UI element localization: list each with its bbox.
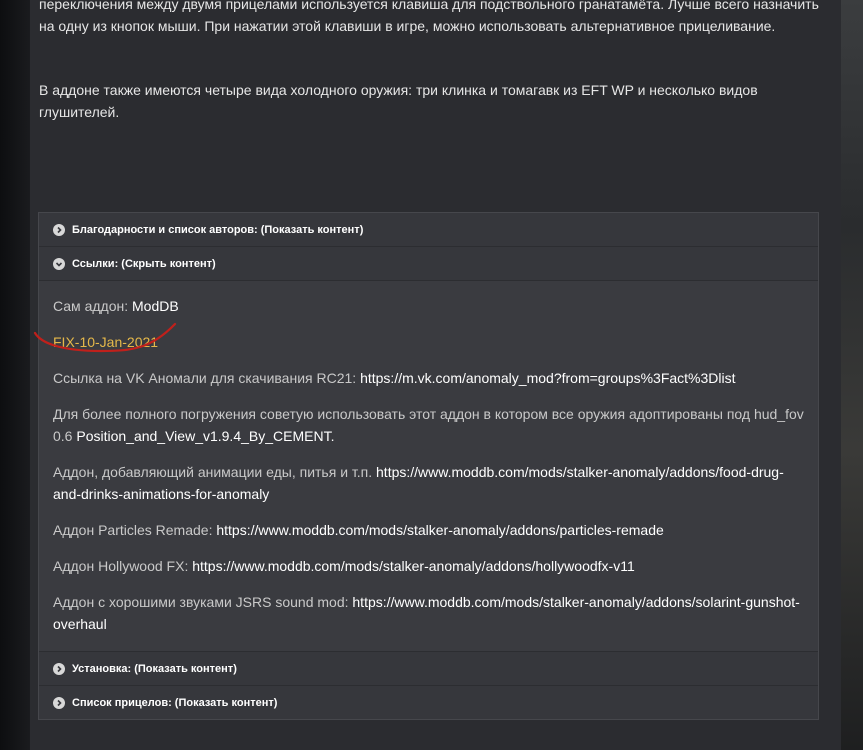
link-paragraph-jsrs: Аддон с хорошими звуками JSRS sound mod:… (53, 591, 804, 635)
link-paragraph-fix: FIX-10-Jan-2021 (33, 322, 804, 353)
particles-prefix: Аддон Particles Remade: (53, 522, 217, 538)
link-paragraph-vk: Ссылка на VK Аномали для скачивания RC21… (53, 367, 804, 389)
food-prefix: Аддон, добавляющий анимации еды, питья и… (53, 464, 377, 480)
spoiler-install-toggle[interactable]: Установка: (Показать контент) (39, 652, 818, 686)
chevron-right-icon (53, 662, 65, 675)
link-paragraph-addon: Сам аддон: ModDB (53, 295, 804, 317)
post-content: переключения между двумя прицелами испол… (30, 0, 841, 750)
spoiler-group: Благодарности и список авторов: (Показат… (33, 212, 819, 720)
moddb-link[interactable]: ModDB (132, 298, 179, 314)
chevron-right-icon (53, 696, 65, 709)
link-paragraph-hollywood: Аддон Hollywood FX: https://www.moddb.co… (53, 555, 804, 577)
spoiler-credits-toggle[interactable]: Благодарности и список авторов: (Показат… (39, 213, 818, 247)
link-paragraph-hud: Для более полного погружения советую исп… (53, 403, 804, 447)
intro-paragraph-1: переключения между двумя прицелами испол… (39, 0, 819, 34)
addon-prefix: Сам аддон: (53, 298, 132, 314)
spoiler-links-content: Сам аддон: ModDB FIX-10-Jan-2021 Ссылка … (33, 281, 818, 652)
chevron-right-icon (53, 223, 65, 236)
vk-prefix: Ссылка на VK Аномали для скачивания RC21… (53, 370, 361, 386)
spoiler-credits-label: Благодарности и список авторов: (Показат… (72, 223, 364, 236)
position-view-link[interactable]: Position_and_View_v1.9.4_By_CEMENT. (76, 428, 334, 444)
intro-paragraph-2: В аддоне также имеются четыре вида холод… (39, 82, 758, 120)
spoiler-scopes-label: Список прицелов: (Показать контент) (72, 696, 278, 709)
chevron-down-icon (53, 257, 65, 270)
link-paragraph-food: Аддон, добавляющий анимации еды, питья и… (53, 461, 804, 505)
spoiler-scopes-toggle[interactable]: Список прицелов: (Показать контент) (39, 686, 818, 719)
spoiler-install-label: Установка: (Показать контент) (72, 662, 237, 675)
hollywood-fx-link[interactable]: https://www.moddb.com/mods/stalker-anoma… (192, 558, 635, 574)
hollywood-prefix: Аддон Hollywood FX: (53, 558, 193, 574)
page-left-margin (0, 0, 30, 750)
particles-remade-link[interactable]: https://www.moddb.com/mods/stalker-anoma… (216, 522, 663, 538)
spoiler-links-toggle[interactable]: Ссылки: (Скрыть контент) (39, 247, 818, 281)
vk-link[interactable]: https://m.vk.com/anomaly_mod?from=groups… (360, 370, 735, 386)
page-right-background (841, 0, 863, 750)
link-paragraph-particles: Аддон Particles Remade: https://www.modd… (53, 519, 804, 541)
fix-link[interactable]: FIX-10-Jan-2021 (53, 334, 158, 350)
jsrs-prefix: Аддон с хорошими звуками JSRS sound mod: (53, 594, 353, 610)
spoiler-links-label: Ссылки: (Скрыть контент) (72, 257, 216, 270)
